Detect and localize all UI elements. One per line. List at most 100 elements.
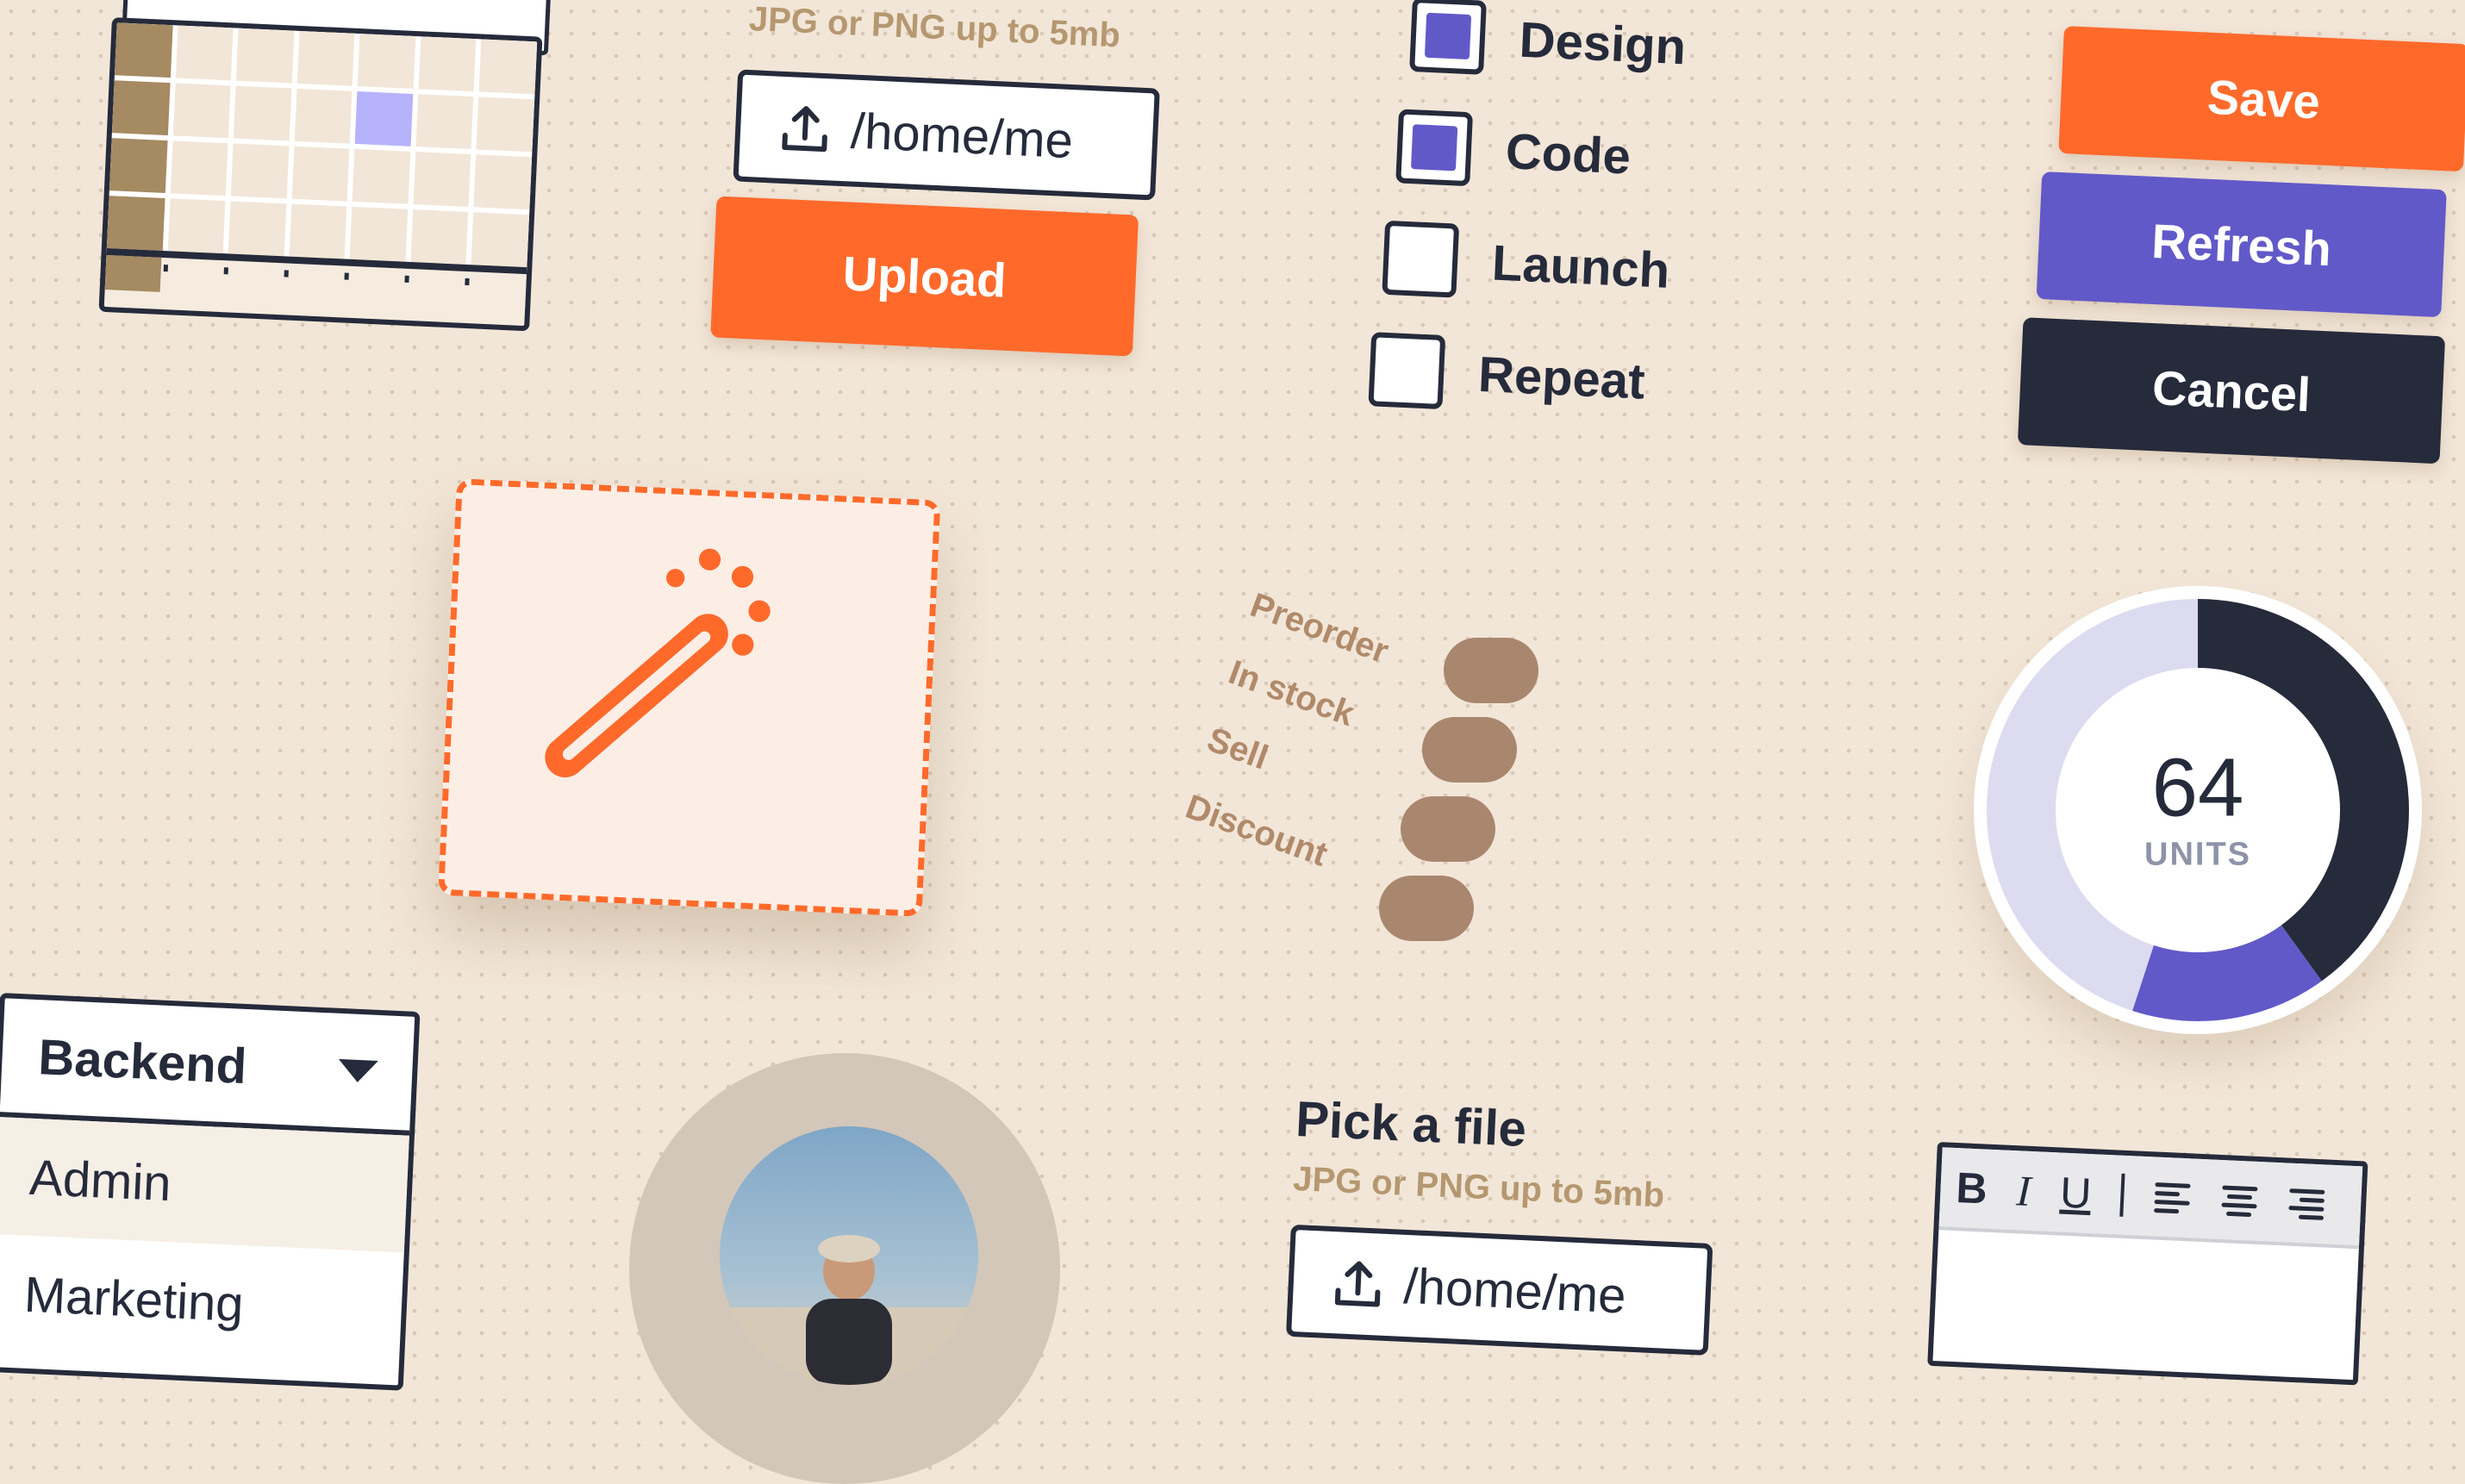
file-picker: Pick a file JPG or PNG up to 5mb /home/m…	[1286, 1090, 1719, 1356]
dropdown-selected-label: Backend	[37, 1028, 248, 1094]
gauge-center: 64 UNITS	[2144, 741, 2251, 874]
calendar-day-cell[interactable]	[230, 143, 290, 199]
calendar-day-cell[interactable]	[294, 88, 353, 144]
calendar-day-cell[interactable]	[476, 97, 535, 153]
avatar-photo	[720, 1126, 978, 1385]
calendar	[98, 17, 543, 332]
checkbox-repeat[interactable]: Repeat	[1367, 313, 1673, 439]
align-center-icon[interactable]	[2219, 1181, 2259, 1220]
calendar-day-cell[interactable]	[473, 154, 533, 210]
upload-button[interactable]: Upload	[710, 196, 1139, 357]
calendar-day-cell[interactable]	[170, 140, 228, 196]
chevron-down-icon	[337, 1058, 378, 1083]
toggle-switch[interactable]	[1444, 638, 1538, 703]
file-picker-title: Pick a file	[1295, 1090, 1528, 1158]
checkbox-label: Design	[1518, 11, 1688, 75]
calendar-row-header	[114, 22, 173, 78]
upload-icon	[782, 106, 827, 153]
calendar-row-header	[104, 254, 162, 292]
checkbox-design[interactable]: Design	[1408, 0, 1688, 103]
align-right-icon[interactable]	[2287, 1184, 2326, 1224]
calendar-day-cell[interactable]	[228, 201, 287, 257]
file-picker-hint: JPG or PNG up to 5mb	[1292, 1159, 1666, 1215]
save-button[interactable]: Save	[2058, 26, 2465, 172]
calendar-day-cell[interactable]	[289, 203, 347, 259]
calendar-day-cell[interactable]	[167, 198, 226, 254]
toggle-switch[interactable]	[1379, 876, 1474, 941]
checkbox-check-mark	[1424, 12, 1472, 60]
toggle-label: Preorder	[1245, 586, 1394, 671]
refresh-button[interactable]: Refresh	[2036, 171, 2447, 318]
toggle-label: Sell	[1201, 720, 1273, 777]
checkbox-box[interactable]	[1395, 109, 1474, 187]
calendar-day-cell[interactable]	[175, 25, 234, 81]
upload-icon	[1334, 1261, 1381, 1307]
checkbox-label: Repeat	[1476, 346, 1646, 410]
calendar-day-cell[interactable]	[352, 148, 411, 204]
avatar[interactable]	[629, 1053, 1060, 1484]
team-dropdown[interactable]: Backend Admin Marketing	[0, 993, 421, 1391]
gauge-unit: UNITS	[2144, 836, 2251, 873]
align-left-icon[interactable]	[2152, 1177, 2192, 1217]
checkbox-launch[interactable]: Launch	[1381, 202, 1678, 327]
italic-button[interactable]: I	[2015, 1165, 2031, 1216]
toggle-label: Discount	[1180, 788, 1332, 874]
calendar-day-cell[interactable]	[291, 146, 350, 202]
editor-body[interactable]	[1932, 1230, 2359, 1385]
toggle-label: In stock	[1223, 653, 1360, 734]
rich-text-editor[interactable]: B I U	[1927, 1142, 2368, 1386]
checkbox-check-mark	[1410, 124, 1458, 171]
toggle-switch[interactable]	[1422, 717, 1517, 783]
dropdown-option-admin[interactable]: Admin	[0, 1117, 409, 1253]
calendar-day-cell[interactable]	[478, 39, 538, 95]
bold-button[interactable]: B	[1955, 1163, 1988, 1214]
gauge-value: 64	[2151, 741, 2244, 834]
calendar-day-cell[interactable]	[415, 94, 474, 150]
path-input[interactable]: /home/me	[733, 69, 1160, 201]
calendar-tick	[404, 275, 409, 283]
upload-widget: JPG or PNG up to 5mb /home/me Upload	[710, 0, 1163, 357]
toggle-switch[interactable]	[1401, 796, 1495, 862]
calendar-day-cell[interactable]	[233, 85, 292, 141]
checkbox-box[interactable]	[1409, 0, 1487, 75]
checkbox-box[interactable]	[1382, 220, 1460, 298]
person-photo	[720, 1235, 978, 1385]
calendar-day-cell[interactable]	[349, 206, 409, 262]
calendar-day-cell[interactable]	[354, 91, 414, 147]
calendar-day-cell[interactable]	[410, 209, 469, 265]
checkbox-list: Design Code Launch Repeat	[1368, 0, 1688, 439]
dropdown-selected[interactable]: Backend	[0, 998, 415, 1136]
toolbar-divider	[2119, 1173, 2125, 1217]
calendar-day-cell[interactable]	[471, 212, 530, 268]
calendar-day-cell[interactable]	[296, 30, 355, 86]
calendar-tick	[465, 277, 470, 286]
magic-wand-icon	[545, 548, 771, 778]
units-gauge: 64 UNITS	[1974, 586, 2422, 1034]
file-path-input[interactable]: /home/me	[1286, 1224, 1713, 1356]
action-buttons: Save Refresh Cancel	[2017, 26, 2465, 465]
calendar-row-header	[111, 80, 171, 136]
file-path-value: /home/me	[1402, 1257, 1627, 1325]
calendar-tick	[223, 267, 228, 275]
path-value: /home/me	[849, 103, 1075, 169]
calendar-tick	[344, 272, 349, 280]
drop-zone[interactable]	[438, 478, 941, 917]
calendar-tick	[163, 265, 169, 272]
calendar-grid	[106, 22, 538, 268]
calendar-day-cell[interactable]	[235, 28, 295, 84]
cancel-button[interactable]: Cancel	[2017, 317, 2446, 465]
checkbox-box[interactable]	[1368, 332, 1446, 410]
calendar-day-cell[interactable]	[418, 36, 477, 92]
checkbox-label: Code	[1504, 122, 1632, 185]
calendar-tick	[284, 270, 289, 277]
calendar-day-cell[interactable]	[413, 152, 471, 208]
calendar-row-header	[109, 138, 168, 193]
checkbox-code[interactable]: Code	[1395, 90, 1683, 215]
calendar-row-header	[106, 196, 165, 251]
calendar-day-cell[interactable]	[357, 34, 416, 89]
calendar-day-cell[interactable]	[172, 83, 231, 139]
dropdown-option-marketing[interactable]: Marketing	[0, 1234, 404, 1369]
underline-button[interactable]: U	[2059, 1168, 2093, 1219]
upload-hint: JPG or PNG up to 5mb	[748, 0, 1121, 55]
checkbox-label: Launch	[1490, 234, 1671, 299]
